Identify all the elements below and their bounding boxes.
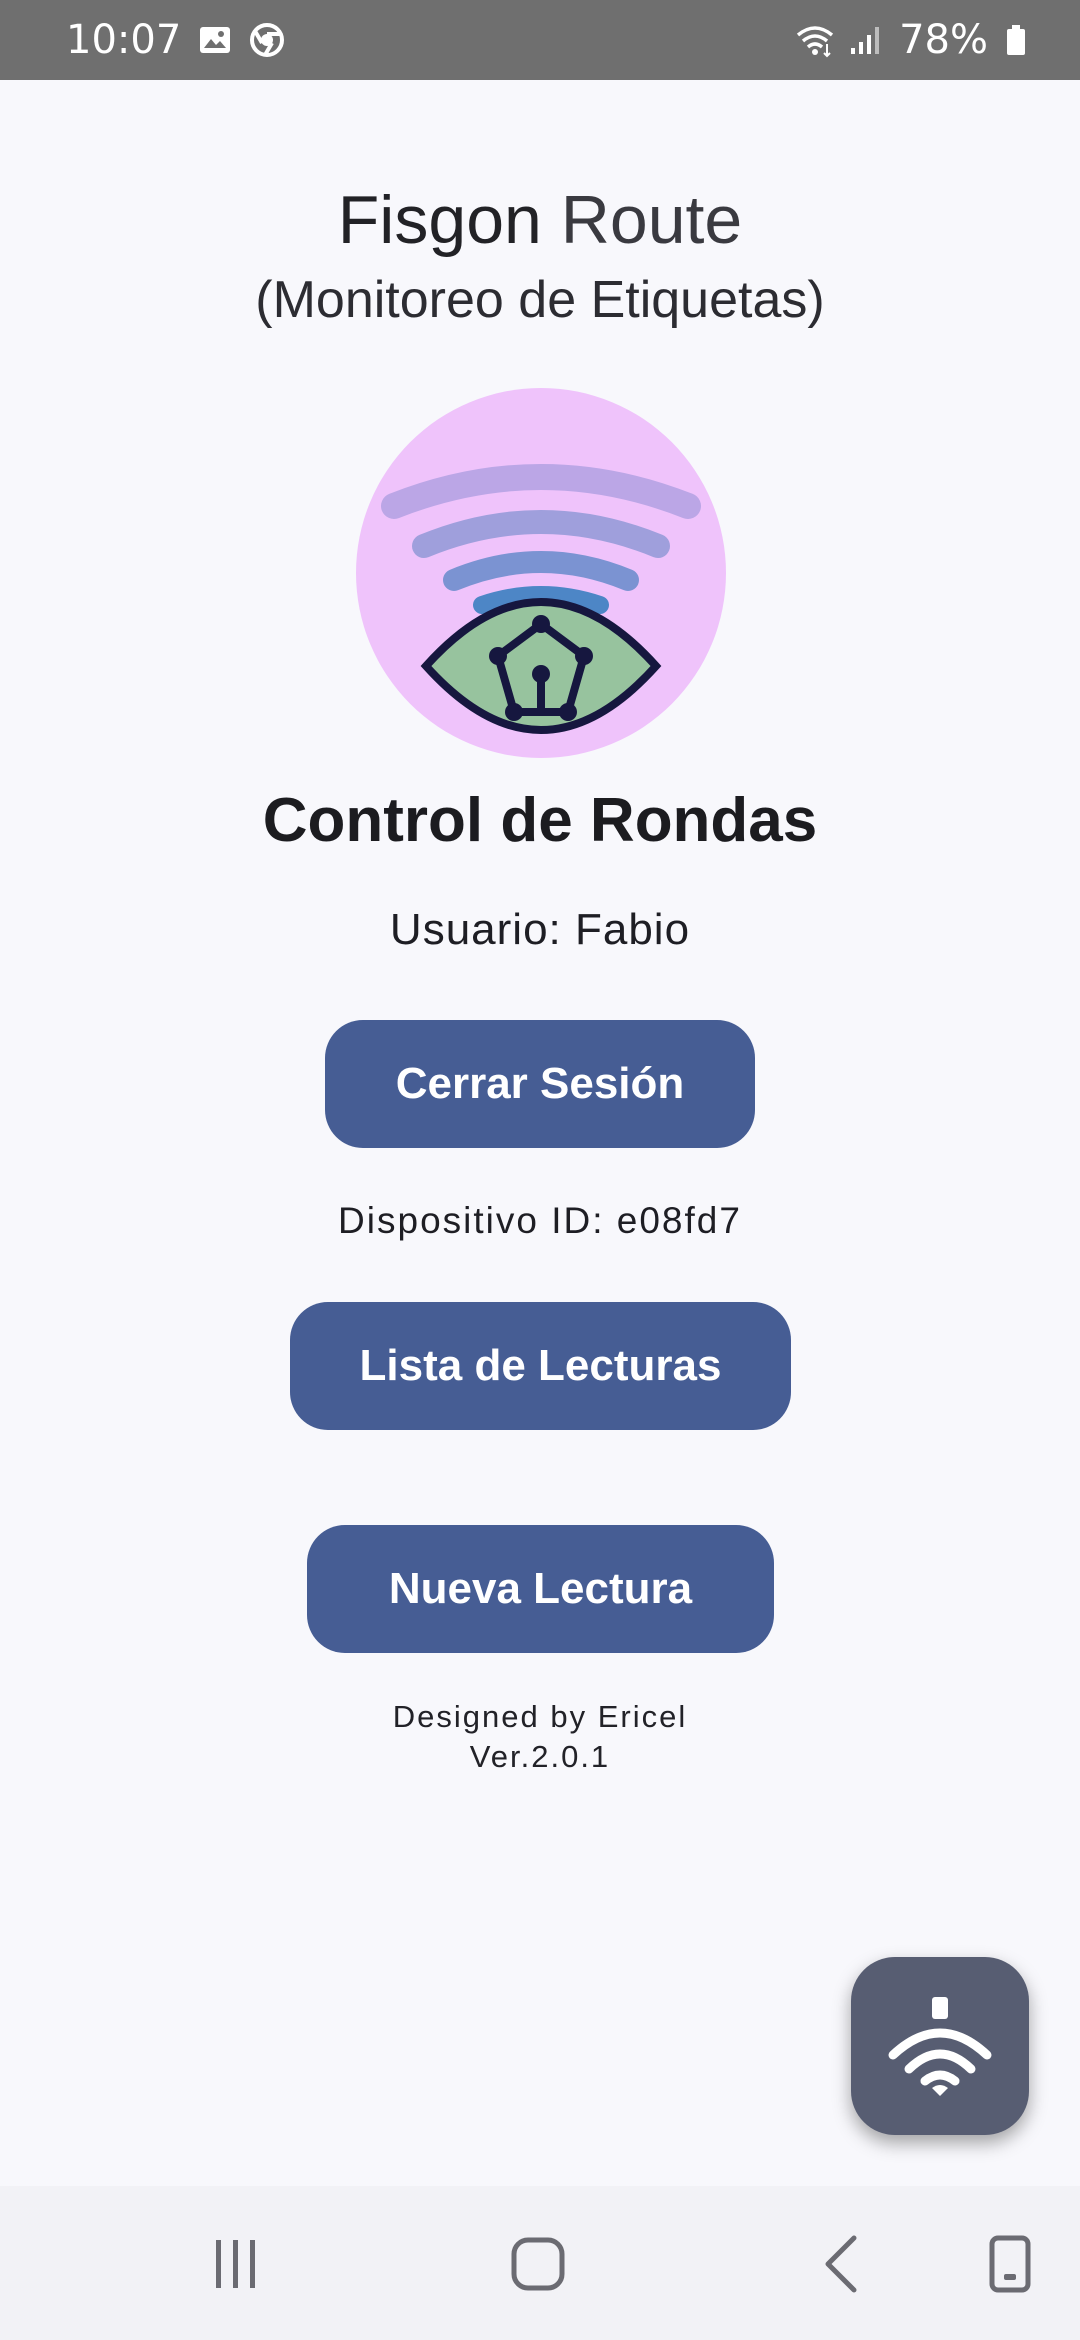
wifi-icon xyxy=(795,22,834,58)
device-id-label: Dispositivo ID: e08fd7 xyxy=(338,1200,742,1241)
rotate-icon[interactable] xyxy=(970,2224,1050,2304)
app-header: Fisgon Route (Monitoreo de Etiquetas) xyxy=(0,180,1080,332)
user-label: Usuario: Fabio xyxy=(389,905,691,954)
battery-percent: 78% xyxy=(899,17,988,63)
app-title: Fisgon Route xyxy=(0,180,1080,260)
status-bar: 10:07 78% xyxy=(0,0,1080,80)
recents-icon[interactable] xyxy=(196,2224,276,2304)
signal-icon xyxy=(847,22,883,58)
home-icon[interactable] xyxy=(498,2224,578,2304)
gallery-icon xyxy=(197,22,233,58)
status-right: 78% xyxy=(795,17,1040,63)
nfc-scan-icon xyxy=(885,1989,995,2104)
back-icon[interactable] xyxy=(802,2224,882,2304)
nfc-scan-fab[interactable] xyxy=(851,1957,1029,2135)
logout-button[interactable]: Cerrar Sesión xyxy=(325,1020,755,1148)
battery-icon xyxy=(1004,22,1040,58)
app-title-main: Fisgon xyxy=(337,182,542,258)
credits: Designed by Ericel Ver.2.0.1 xyxy=(0,1697,1080,1777)
status-left: 10:07 xyxy=(66,17,285,63)
rfid-eye-logo xyxy=(356,388,726,758)
system-nav-bar xyxy=(0,2186,1080,2340)
app-subtitle: (Monitoreo de Etiquetas) xyxy=(255,271,825,329)
status-time: 10:07 xyxy=(66,17,182,63)
app-version: Ver.2.0.1 xyxy=(469,1739,611,1774)
readings-list-button[interactable]: Lista de Lecturas xyxy=(290,1302,791,1430)
new-reading-button[interactable]: Nueva Lectura xyxy=(307,1525,774,1653)
screen-heading: Control de Rondas xyxy=(262,786,818,855)
credit-designer: Designed by Ericel xyxy=(392,1699,688,1734)
chrome-icon xyxy=(249,22,285,58)
app-title-suffix: Route xyxy=(560,182,743,258)
